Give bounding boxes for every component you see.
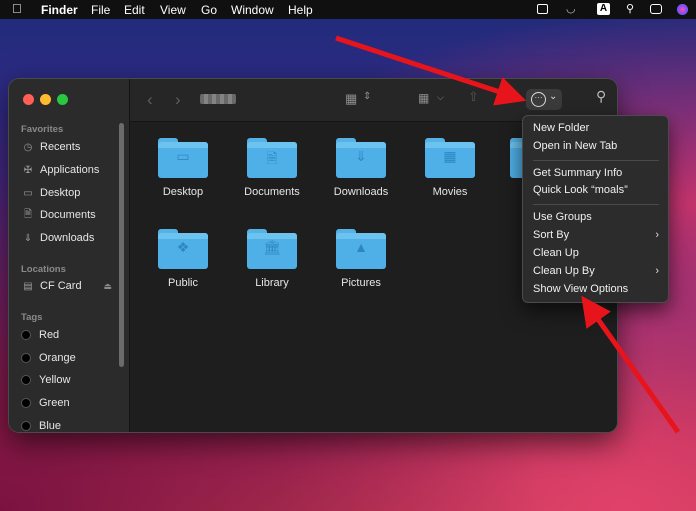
arrow-to-show-view-options (581, 295, 681, 434)
annotation-arrows (335, 35, 681, 434)
arrow-to-more-button (335, 35, 527, 106)
